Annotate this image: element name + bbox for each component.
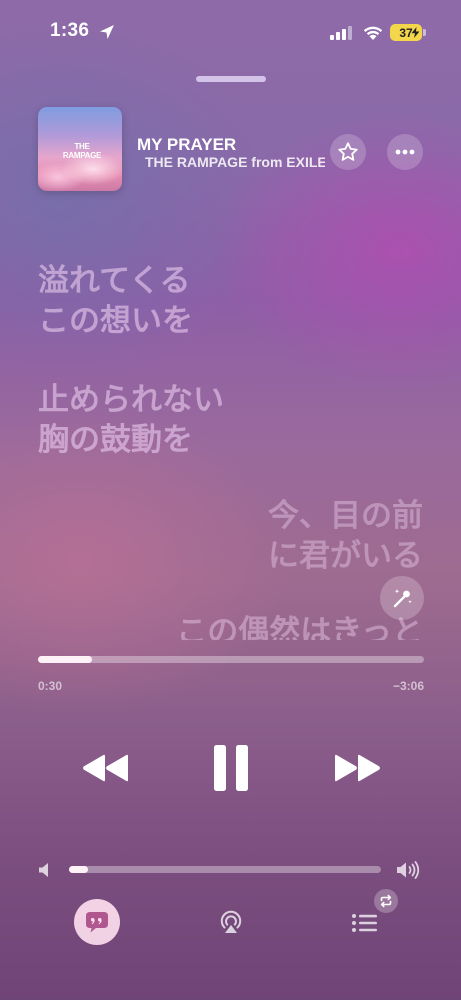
pause-button[interactable] — [205, 740, 257, 796]
lyric-line[interactable]: 今、目の前 — [268, 497, 423, 536]
airplay-button[interactable] — [217, 908, 245, 936]
volume-slider[interactable] — [69, 866, 381, 873]
rewind-button[interactable] — [78, 748, 134, 788]
lyrics-panel[interactable]: 溢れてくる この想いを 止められない 胸の鼓動を 今、目の前 に君がいる この偶… — [0, 0, 461, 660]
lyrics-quote-bubble-icon — [86, 912, 108, 933]
elapsed-time: 0:30 — [38, 679, 63, 693]
lyrics-button[interactable] — [74, 899, 120, 945]
lyric-line[interactable]: この偶然はきっと — [176, 613, 423, 640]
lyric-line[interactable]: 胸の鼓動を — [38, 421, 193, 460]
airplay-icon — [220, 910, 242, 933]
speaker-high-icon — [397, 861, 420, 879]
fast-forward-button[interactable] — [329, 748, 385, 788]
microphone-sparkle-icon — [393, 589, 412, 608]
volume-level-fill — [69, 866, 88, 873]
queue-button[interactable] — [350, 908, 380, 936]
lyric-line[interactable]: この想いを — [38, 302, 193, 341]
sing-button[interactable] — [380, 576, 424, 620]
remaining-time: −3:06 — [392, 679, 424, 693]
rewind-icon — [83, 754, 128, 782]
pause-icon — [214, 745, 248, 791]
playback-progress-fill — [38, 656, 93, 663]
playback-scrubber[interactable] — [38, 656, 424, 663]
lyric-line[interactable]: 溢れてくる — [38, 262, 191, 301]
repeat-indicator[interactable] — [374, 889, 398, 913]
repeat-icon — [380, 894, 392, 908]
lyric-line[interactable]: 止められない — [38, 381, 224, 420]
speaker-low-icon — [39, 863, 48, 877]
queue-list-icon — [352, 914, 377, 932]
fast-forward-icon — [335, 754, 380, 782]
now-playing-screen: 1:36 37 THE RAMPAGE MY PRAYER THE RAMPAG… — [0, 0, 461, 1000]
